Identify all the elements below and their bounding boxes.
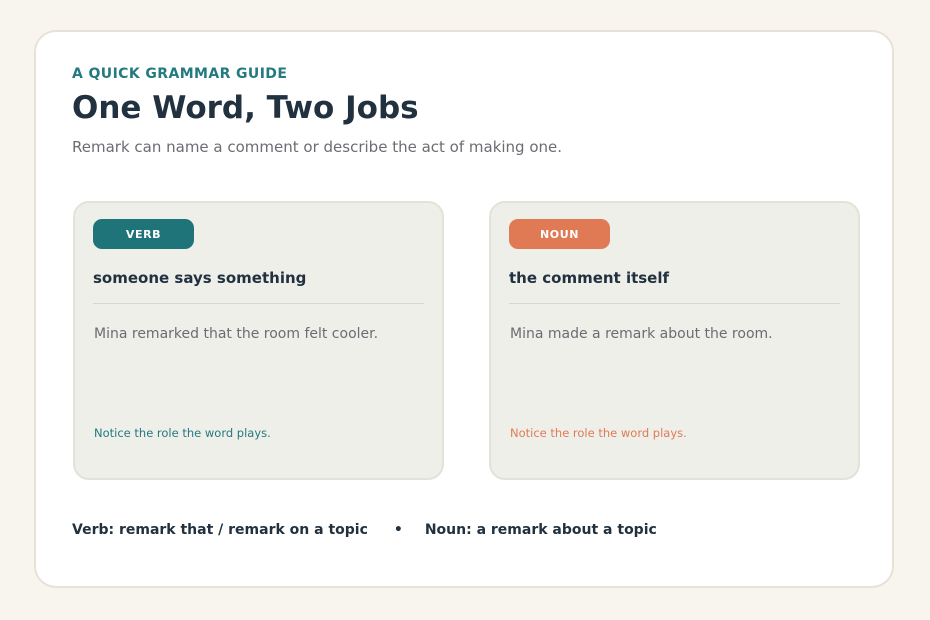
verb-divider (93, 303, 424, 304)
page-title: One Word, Two Jobs (72, 90, 419, 126)
verb-example: Mina remarked that the room felt cooler. (94, 326, 379, 342)
verb-usage: Verb: remark that / remark on a topic (72, 522, 368, 538)
verb-note: Notice the role the word plays. (94, 426, 271, 440)
page-subtitle: Remark can name a comment or describe th… (72, 138, 563, 156)
guide-card: A QUICK GRAMMAR GUIDE One Word, Two Jobs… (34, 30, 894, 588)
noun-usage: Noun: a remark about a topic (424, 522, 657, 538)
noun-badge: NOUN (509, 219, 610, 249)
verb-badge: VERB (93, 219, 194, 249)
bullet-separator: • (393, 522, 403, 538)
verb-panel: VERB someone says something Mina remarke… (73, 201, 444, 480)
noun-panel: NOUN the comment itself Mina made a rema… (489, 201, 860, 480)
eyebrow-label: A QUICK GRAMMAR GUIDE (72, 66, 288, 82)
noun-example: Mina made a remark about the room. (510, 326, 773, 342)
noun-divider (509, 303, 840, 304)
verb-heading: someone says something (93, 269, 307, 287)
noun-heading: the comment itself (509, 269, 670, 287)
noun-note: Notice the role the word plays. (510, 426, 687, 440)
usage-summary: Verb: remark that / remark on a topic • … (72, 522, 657, 538)
